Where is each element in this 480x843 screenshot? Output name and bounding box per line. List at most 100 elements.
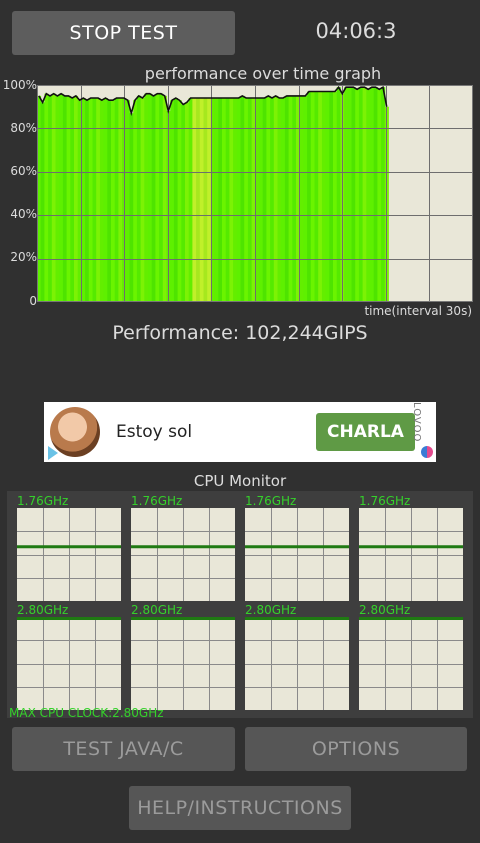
performance-bar <box>292 95 297 302</box>
performance-bar <box>358 87 363 302</box>
cpu-core-chart <box>131 617 235 710</box>
performance-bar <box>136 95 141 302</box>
cpu-core-graph <box>131 508 235 601</box>
performance-bar <box>240 95 245 302</box>
cpu-core-chart <box>245 508 349 601</box>
cpu-monitor-title: CPU Monitor <box>193 472 287 490</box>
y-tick-60: 60% <box>10 164 37 178</box>
cpu-core-graph <box>17 617 121 710</box>
performance-bar <box>74 95 79 302</box>
cpu-core-graph <box>17 508 121 601</box>
cpu-core-frequency: 1.76GHz <box>359 494 411 508</box>
cpu-core-graph <box>131 617 235 710</box>
ad-text: Estoy sol <box>116 422 193 442</box>
lovoo-logo-icon <box>421 446 433 458</box>
test-timer: 04:06:3 <box>315 19 397 43</box>
cpu-core-chart <box>17 617 121 710</box>
cpu-core-graph <box>245 617 349 710</box>
performance-bar <box>48 95 53 302</box>
performance-bar <box>66 95 71 302</box>
performance-bar <box>351 87 356 302</box>
performance-bar <box>336 87 341 302</box>
performance-bar <box>159 93 164 302</box>
cpu-core-frequency: 1.76GHz <box>245 494 297 508</box>
performance-bar <box>155 93 160 302</box>
cpu-core-frequency: 2.80GHz <box>359 603 411 617</box>
performance-bar <box>170 100 175 302</box>
performance-bar <box>44 93 49 302</box>
performance-bar <box>111 100 116 302</box>
performance-bar <box>273 95 278 302</box>
performance-bar <box>85 100 90 302</box>
max-cpu-clock: MAX CPU CLOCK:2.80GHz <box>9 706 164 720</box>
performance-bar <box>314 91 319 302</box>
cpu-core-graph <box>245 508 349 601</box>
charla-button[interactable]: CHARLA <box>316 413 415 451</box>
cpu-core-frequency: 2.80GHz <box>245 603 297 617</box>
performance-bar <box>299 95 304 302</box>
cpu-core-chart <box>131 508 235 601</box>
options-button[interactable]: OPTIONS <box>245 727 467 771</box>
performance-bar <box>148 93 153 302</box>
y-tick-0: 0 <box>29 294 37 308</box>
performance-chart <box>37 85 473 302</box>
cpu-core-chart <box>359 617 463 710</box>
performance-bar <box>329 91 334 302</box>
performance-bar <box>181 104 186 302</box>
x-axis-label: time(interval 30s) <box>364 304 472 318</box>
performance-bar <box>355 89 360 302</box>
performance-readout: Performance: 102,244GIPS <box>112 322 368 344</box>
cpu-core-frequency: 2.80GHz <box>17 603 69 617</box>
cpu-core-frequency: 1.76GHz <box>17 494 69 508</box>
ad-banner[interactable]: Estoy sol CHARLA LOVOO <box>44 402 436 462</box>
performance-bar <box>177 100 182 302</box>
performance-bar <box>266 95 271 302</box>
performance-bar <box>362 87 367 302</box>
performance-bar <box>333 91 338 302</box>
performance-bar <box>318 91 323 302</box>
cpu-core-graph <box>359 617 463 710</box>
performance-bar <box>107 100 112 302</box>
y-tick-80: 80% <box>10 121 37 135</box>
performance-bar <box>366 89 371 302</box>
y-tick-100: 100% <box>2 78 37 92</box>
performance-bar <box>151 95 156 302</box>
performance-bar <box>55 95 60 302</box>
y-tick-40: 40% <box>10 207 37 221</box>
performance-bar <box>284 95 289 302</box>
performance-bar <box>40 102 45 302</box>
performance-bar <box>162 95 167 302</box>
performance-bar <box>307 91 312 302</box>
performance-bar <box>288 95 293 302</box>
cpu-core-graph <box>359 508 463 601</box>
performance-graph <box>37 85 473 302</box>
cpu-core-chart <box>245 617 349 710</box>
performance-bar <box>370 87 375 302</box>
cpu-core-chart <box>17 508 121 601</box>
cpu-core-chart <box>359 508 463 601</box>
y-tick-20: 20% <box>10 250 37 264</box>
performance-bar <box>344 87 349 302</box>
performance-bar <box>51 93 56 302</box>
cpu-core-frequency: 2.80GHz <box>131 603 183 617</box>
cpu-monitor-panel: 1.76GHz 1.76GHz 1.76GHz 1.76GHz 2.80GHz 2.80G… <box>7 491 473 718</box>
performance-bar <box>373 87 378 302</box>
performance-bar <box>303 95 308 302</box>
performance-bar <box>133 100 138 302</box>
test-java-button[interactable]: TEST JAVA/C <box>12 727 235 771</box>
performance-bar <box>381 87 386 302</box>
performance-bar <box>59 93 64 302</box>
performance-bar <box>325 91 330 302</box>
graph-title: performance over time graph <box>144 64 382 83</box>
stop-test-button[interactable]: STOP TEST <box>12 11 235 55</box>
play-icon <box>48 446 58 460</box>
performance-bar <box>129 113 134 302</box>
performance-bar <box>321 91 326 302</box>
help-instructions-button[interactable]: HELP/INSTRUCTIONS <box>129 786 351 830</box>
performance-bar <box>310 91 315 302</box>
performance-bar <box>377 89 382 302</box>
performance-bar <box>125 100 130 302</box>
performance-bar <box>62 95 67 302</box>
performance-bar <box>99 100 104 302</box>
performance-bar <box>185 102 190 302</box>
